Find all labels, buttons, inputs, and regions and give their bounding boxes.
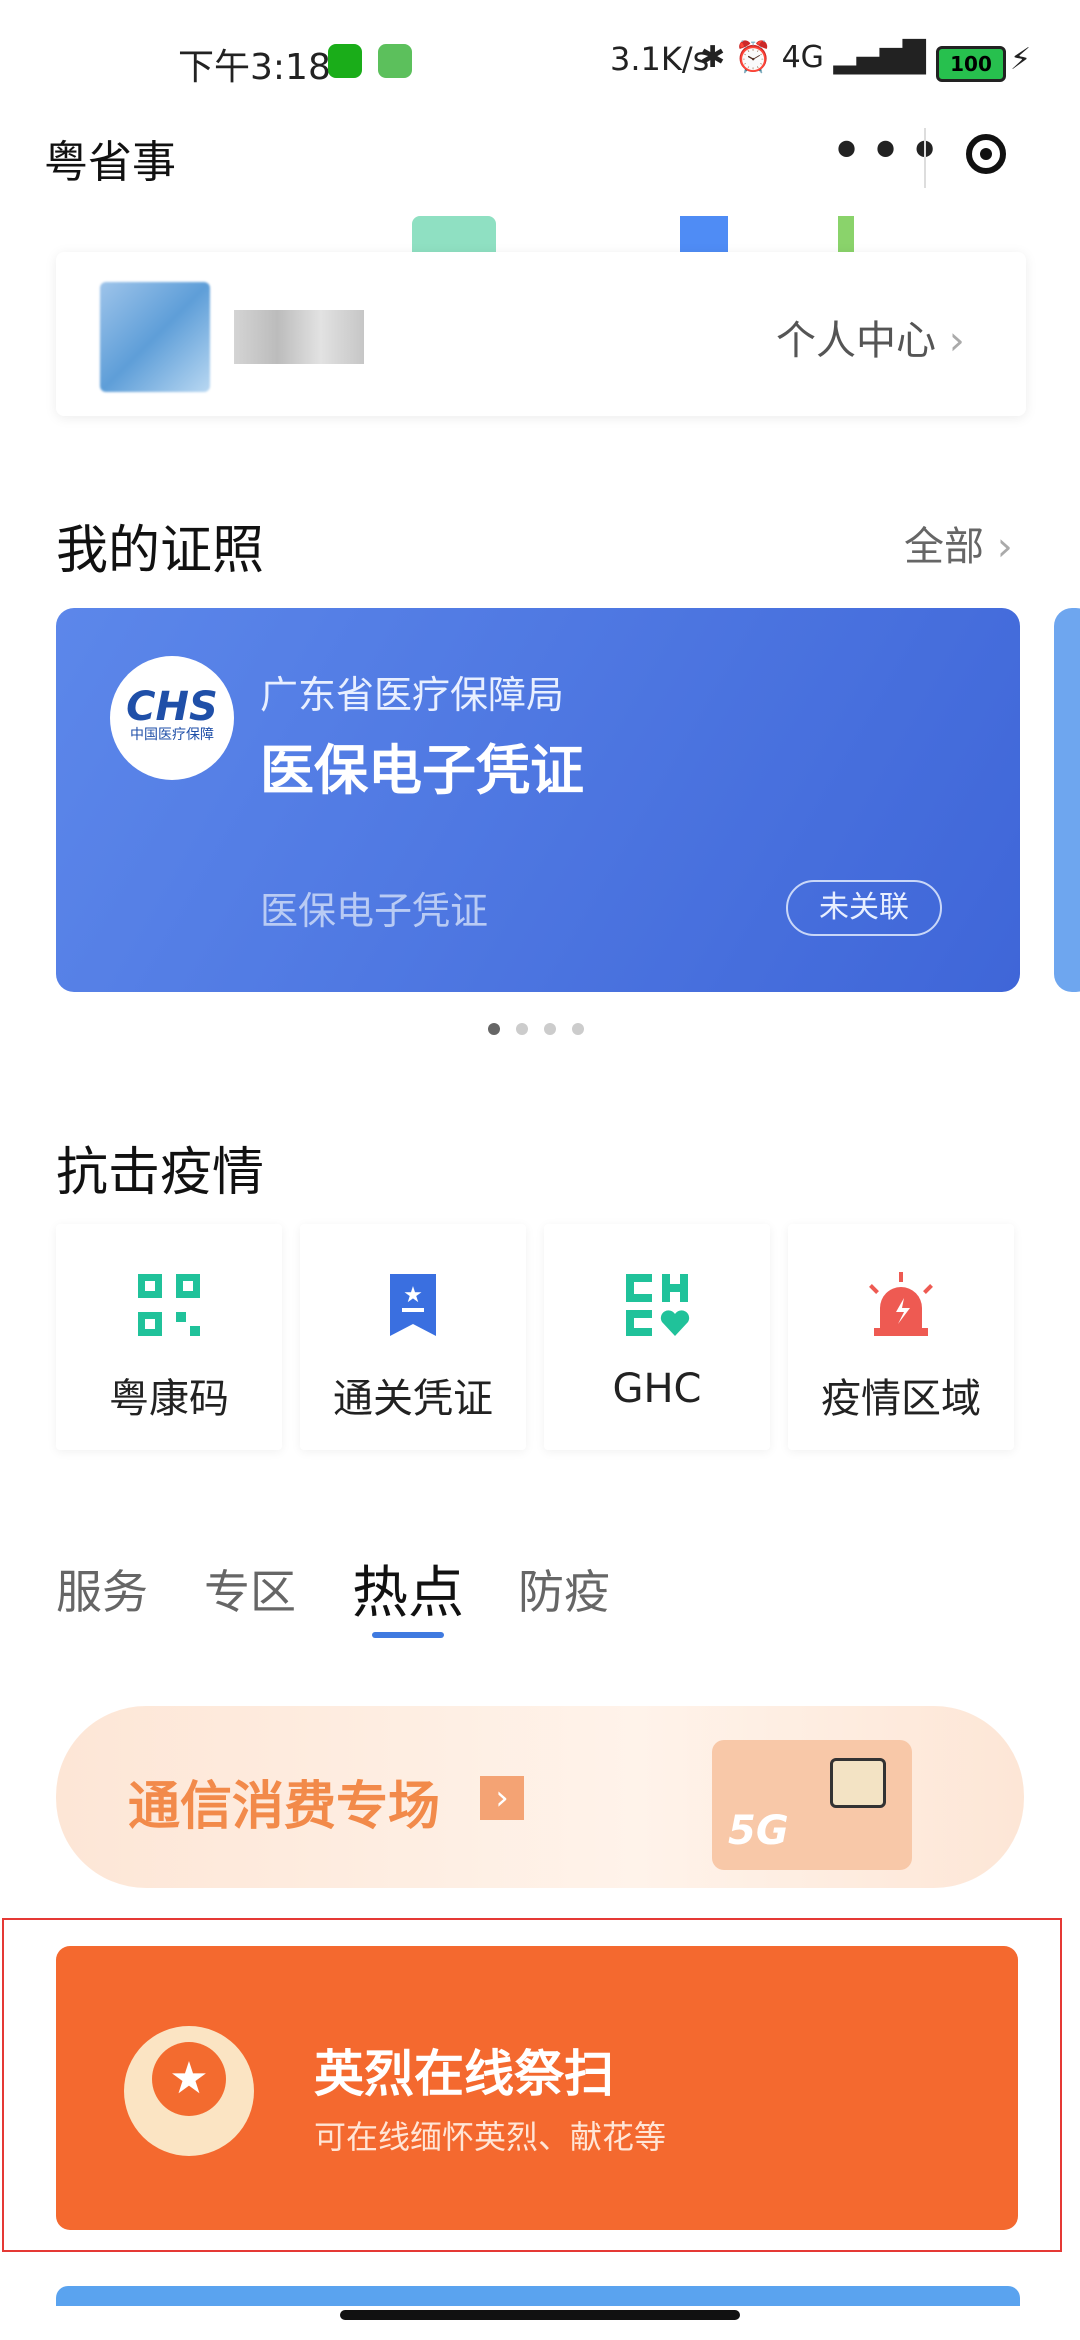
- tile-label: GHC: [612, 1366, 702, 1412]
- sim-chip-icon: [830, 1758, 886, 1808]
- ghc-heart-icon: [626, 1274, 690, 1336]
- service-tile-health-code[interactable]: 粤康码: [56, 1224, 282, 1450]
- certificates-section-title: 我的证照: [56, 521, 265, 581]
- carousel-dot: [488, 1023, 500, 1035]
- service-tile-risk-area[interactable]: 疫情区域: [788, 1224, 1014, 1450]
- epidemic-services-grid: 粤康码 ★ 通关凭证 GHC 疫情区域: [56, 1224, 1016, 1450]
- svg-text:★: ★: [403, 1283, 423, 1308]
- app-notification-icon: [378, 44, 412, 78]
- star-icon: ★: [152, 2042, 226, 2116]
- martyr-card-title: 英烈在线祭扫: [314, 2045, 614, 2103]
- next-card-edge: [56, 2286, 1020, 2306]
- link-status-badge[interactable]: 未关联: [786, 880, 942, 936]
- carousel-dot: [544, 1023, 556, 1035]
- wechat-icon: [328, 44, 362, 78]
- personal-center-link[interactable]: 个人中心 ›: [776, 308, 965, 366]
- tab-zones[interactable]: 专区: [204, 1556, 296, 1622]
- tile-label: 疫情区域: [821, 1376, 981, 1422]
- status-bar: 下午3:18 3.1K/s ✱ ⏰ 4G ▂▄▆█ ◠ 100 ⚡: [0, 0, 1080, 120]
- avatar: [100, 282, 210, 392]
- alarm-light-icon: [869, 1272, 933, 1336]
- carousel-dot: [516, 1023, 528, 1035]
- arrow-right-icon: ›: [480, 1776, 524, 1820]
- charging-icon: ⚡: [1010, 42, 1032, 77]
- card-issuer: 广东省医疗保障局: [260, 673, 565, 717]
- pass-ticket-icon: ★: [390, 1274, 436, 1336]
- tab-services[interactable]: 服务: [56, 1556, 148, 1622]
- banner-decoration: [412, 216, 496, 254]
- service-tile-pass[interactable]: ★ 通关凭证: [300, 1224, 526, 1450]
- card-title: 医保电子凭证: [260, 739, 584, 802]
- chs-logo-subtext: 中国医疗保障: [130, 727, 214, 743]
- capsule-divider: [924, 128, 926, 188]
- home-indicator[interactable]: [340, 2310, 740, 2320]
- close-miniprogram-icon[interactable]: [966, 134, 1006, 174]
- banner-decoration: [680, 216, 728, 254]
- chevron-right-icon: ›: [948, 318, 965, 364]
- service-tile-ghc[interactable]: GHC: [544, 1224, 770, 1450]
- page-title: 粤省事: [44, 137, 176, 188]
- all-label: 全部: [904, 524, 984, 570]
- all-certificates-link[interactable]: 全部 ›: [904, 514, 1013, 572]
- status-icons: ✱ ⏰ 4G ▂▄▆█ ◠: [700, 40, 962, 75]
- active-tab-indicator: [372, 1632, 444, 1638]
- tab-epidemic-prevention[interactable]: 防疫: [518, 1556, 610, 1622]
- card-subtitle: 医保电子凭证: [260, 889, 489, 933]
- user-name-blurred: [234, 310, 364, 364]
- epidemic-section-title: 抗击疫情: [56, 1143, 265, 1203]
- qr-code-icon: [138, 1274, 200, 1336]
- carousel-dot: [572, 1023, 584, 1035]
- chevron-right-icon: ›: [996, 524, 1013, 570]
- battery-icon: 100: [936, 46, 1006, 82]
- banner-decoration: [838, 216, 854, 254]
- next-certificate-card[interactable]: [1054, 608, 1080, 992]
- more-menu-button[interactable]: •••: [830, 124, 941, 182]
- personal-center-label: 个人中心: [776, 318, 936, 364]
- tab-hot[interactable]: 热点: [352, 1548, 464, 1629]
- tile-label: 粤康码: [109, 1376, 229, 1422]
- carousel-indicator: [488, 1020, 600, 1035]
- status-time: 下午3:18: [178, 47, 331, 88]
- sim-5g-label: 5G: [728, 1808, 789, 1854]
- promo-text: 通信消费专场: [128, 1777, 441, 1837]
- network-speed: 3.1K/s: [610, 40, 710, 78]
- martyr-card-subtitle: 可在线缅怀英烈、献花等: [314, 2118, 667, 2156]
- tile-label: 通关凭证: [333, 1376, 493, 1422]
